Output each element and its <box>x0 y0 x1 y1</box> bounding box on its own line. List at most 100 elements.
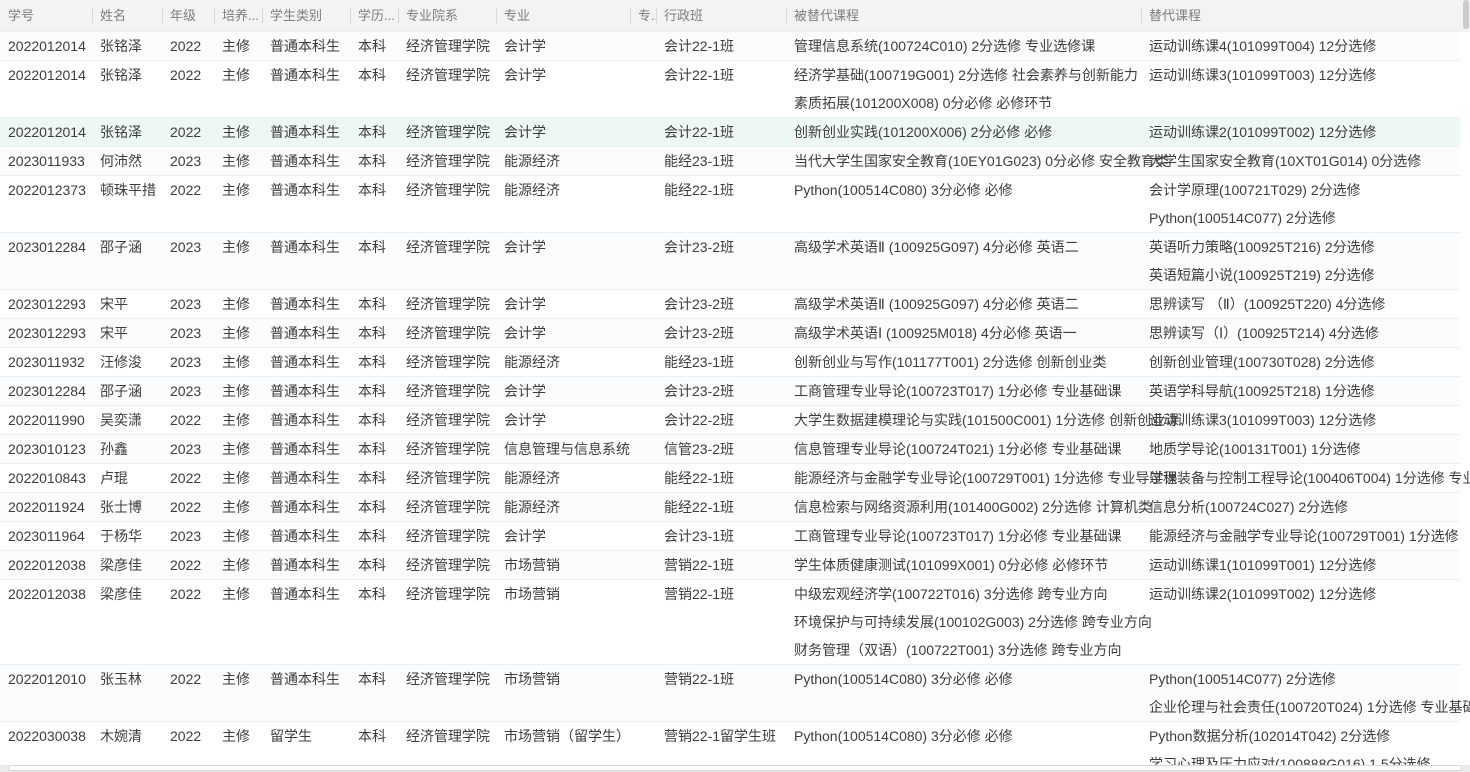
table-row[interactable]: 2022012038梁彦佳2022主修普通本科生本科经济管理学院市场营销营销22… <box>0 551 1470 580</box>
column-header-name[interactable]: 姓名 <box>92 0 162 32</box>
cell-level: 本科 <box>350 118 398 147</box>
replaced-course: 高级学术英语Ⅱ (100925G097) 4分必修 英语二 <box>794 233 1141 261</box>
cell-college: 经济管理学院 <box>398 665 496 722</box>
cell-class: 会计23-2班 <box>656 290 786 319</box>
table-row[interactable]: 2022011924张士博2022主修普通本科生本科经济管理学院能源经济能经22… <box>0 493 1470 522</box>
vertical-scrollbar-thumb[interactable] <box>1463 0 1469 29</box>
cell-replacement: 运动训练课1(101099T001) 12分选修 <box>1141 551 1460 580</box>
column-header-label: 行政班 <box>664 8 703 23</box>
cell-major: 市场营销 <box>496 551 630 580</box>
cell-level: 本科 <box>350 147 398 176</box>
cell-category: 普通本科生 <box>262 147 350 176</box>
column-header-major[interactable]: 专业 <box>496 0 630 32</box>
cell-class: 营销22-1班 <box>656 580 786 665</box>
cell-class: 营销22-1班 <box>656 665 786 722</box>
cell-train: 主修 <box>214 176 262 233</box>
column-header-replaced[interactable]: 被替代课程 <box>786 0 1141 32</box>
replaced-course: Python(100514C080) 3分必修 必修 <box>794 665 1141 693</box>
replacement-course: 运动训练课2(101099T002) 12分选修 <box>1149 118 1460 146</box>
cell-class: 会计22-2班 <box>656 406 786 435</box>
replacement-course: 运动训练课4(101099T004) 12分选修 <box>1149 32 1460 60</box>
cell-replaced: 经济学基础(100719G001) 2分选修 社会素养与创新能力素质拓展(101… <box>786 61 1141 118</box>
cell-major: 会计学 <box>496 61 630 118</box>
horizontal-scrollbar[interactable] <box>0 765 1470 772</box>
cell-grade: 2022 <box>162 118 214 147</box>
cell-category: 普通本科生 <box>262 176 350 233</box>
cell-replaced: 高级学术英语Ⅱ (100925G097) 4分必修 英语二 <box>786 290 1141 319</box>
cell-class: 会计22-1班 <box>656 61 786 118</box>
replacement-course: Python(100514C077) 2分选修 <box>1149 665 1460 693</box>
cell-train: 主修 <box>214 233 262 290</box>
cell-id: 2023012284 <box>0 233 92 290</box>
cell-grade: 2023 <box>162 348 214 377</box>
table-row[interactable]: 2023011933何沛然2023主修普通本科生本科经济管理学院能源经济能经23… <box>0 147 1470 176</box>
replaced-course: 信息管理专业导论(100724T021) 1分必修 专业基础课 <box>794 435 1141 463</box>
column-header-category[interactable]: 学生类别 <box>262 0 350 32</box>
cell-class: 能经22-1班 <box>656 493 786 522</box>
table-row[interactable]: 2023012284邵子涵2023主修普通本科生本科经济管理学院会计学会计23-… <box>0 377 1470 406</box>
cell-level: 本科 <box>350 406 398 435</box>
data-grid: 学号姓名年级培养...学生类别学历...专业院系专业 专... 行政班 被替代课程 替代… <box>0 0 1470 772</box>
cell-class: 会计22-1班 <box>656 118 786 147</box>
cell-level: 本科 <box>350 551 398 580</box>
cell-id: 2023010123 <box>0 435 92 464</box>
column-header-label: 专业 <box>504 8 530 23</box>
table-row[interactable]: 2022012038梁彦佳2022主修普通本科生本科经济管理学院市场营销营销22… <box>0 580 1470 665</box>
column-header-spare[interactable]: 专... <box>630 0 656 32</box>
cell-class: 营销22-1班 <box>656 551 786 580</box>
cell-spare <box>630 61 656 118</box>
cell-major: 会计学 <box>496 319 630 348</box>
table-row[interactable]: 2023010123孙鑫2023主修普通本科生本科经济管理学院信息管理与信息系统… <box>0 435 1470 464</box>
cell-name: 张铭泽 <box>92 118 162 147</box>
column-header-college[interactable]: 专业院系 <box>398 0 496 32</box>
table-row[interactable]: 2022012014张铭泽2022主修普通本科生本科经济管理学院会计学会计22-… <box>0 118 1470 147</box>
horizontal-scrollbar-thumb[interactable] <box>8 765 1462 771</box>
cell-name: 邵子涵 <box>92 377 162 406</box>
table-row[interactable]: 2023012284邵子涵2023主修普通本科生本科经济管理学院会计学会计23-… <box>0 233 1470 290</box>
table-row[interactable]: 2022012010张玉林2022主修普通本科生本科经济管理学院市场营销营销22… <box>0 665 1470 722</box>
table-row[interactable]: 2023011964于杨华2023主修普通本科生本科经济管理学院会计学会计23-… <box>0 522 1470 551</box>
cell-name: 汪修浚 <box>92 348 162 377</box>
cell-name: 孙鑫 <box>92 435 162 464</box>
replacement-course: 运动训练课3(101099T003) 12分选修 <box>1149 61 1460 89</box>
cell-id: 2022012010 <box>0 665 92 722</box>
cell-train: 主修 <box>214 377 262 406</box>
table-row[interactable]: 2023011932汪修浚2023主修普通本科生本科经济管理学院能源经济能经23… <box>0 348 1470 377</box>
cell-replacement: 地质学导论(100131T001) 1分选修 <box>1141 435 1460 464</box>
replaced-course: 工商管理专业导论(100723T017) 1分必修 专业基础课 <box>794 522 1141 550</box>
replaced-course: 大学生数据建模理论与实践(101500C001) 1分选修 创新创业课 <box>794 406 1141 434</box>
cell-replaced: 高级学术英语Ⅰ (100925M018) 4分必修 英语一 <box>786 319 1141 348</box>
column-header-replacement[interactable]: 替代课程 <box>1141 0 1460 32</box>
cell-grade: 2023 <box>162 319 214 348</box>
cell-spare <box>630 32 656 61</box>
table-row[interactable]: 2022012373顿珠平措2022主修普通本科生本科经济管理学院能源经济能经2… <box>0 176 1470 233</box>
cell-college: 经济管理学院 <box>398 319 496 348</box>
table-row[interactable]: 2023012293宋平2023主修普通本科生本科经济管理学院会计学会计23-2… <box>0 319 1470 348</box>
column-header-label: 替代课程 <box>1149 8 1201 23</box>
table-row[interactable]: 2022012014张铭泽2022主修普通本科生本科经济管理学院会计学会计22-… <box>0 61 1470 118</box>
column-header-label: 被替代课程 <box>794 8 859 23</box>
row-gutter <box>1460 233 1470 290</box>
cell-train: 主修 <box>214 665 262 722</box>
table-row[interactable]: 2023012293宋平2023主修普通本科生本科经济管理学院会计学会计23-2… <box>0 290 1470 319</box>
cell-id: 2023012284 <box>0 377 92 406</box>
cell-grade: 2022 <box>162 406 214 435</box>
cell-category: 普通本科生 <box>262 319 350 348</box>
column-header-level[interactable]: 学历... <box>350 0 398 32</box>
cell-category: 普通本科生 <box>262 32 350 61</box>
cell-replaced: 工商管理专业导论(100723T017) 1分必修 专业基础课 <box>786 522 1141 551</box>
column-header-class[interactable]: 行政班 <box>656 0 786 32</box>
table-row[interactable]: 2022012014张铭泽2022主修普通本科生本科经济管理学院会计学会计22-… <box>0 32 1470 61</box>
cell-major: 能源经济 <box>496 147 630 176</box>
cell-level: 本科 <box>350 176 398 233</box>
row-gutter <box>1460 493 1470 522</box>
cell-train: 主修 <box>214 319 262 348</box>
column-header-grade[interactable]: 年级 <box>162 0 214 32</box>
table-row[interactable]: 2022010843卢琨2022主修普通本科生本科经济管理学院能源经济能经22-… <box>0 464 1470 493</box>
cell-college: 经济管理学院 <box>398 464 496 493</box>
cell-major: 会计学 <box>496 118 630 147</box>
column-header-id[interactable]: 学号 <box>0 0 92 32</box>
column-header-train[interactable]: 培养... <box>214 0 262 32</box>
table-row[interactable]: 2022011990吴奕潇2022主修普通本科生本科经济管理学院会计学会计22-… <box>0 406 1470 435</box>
cell-name: 张士博 <box>92 493 162 522</box>
